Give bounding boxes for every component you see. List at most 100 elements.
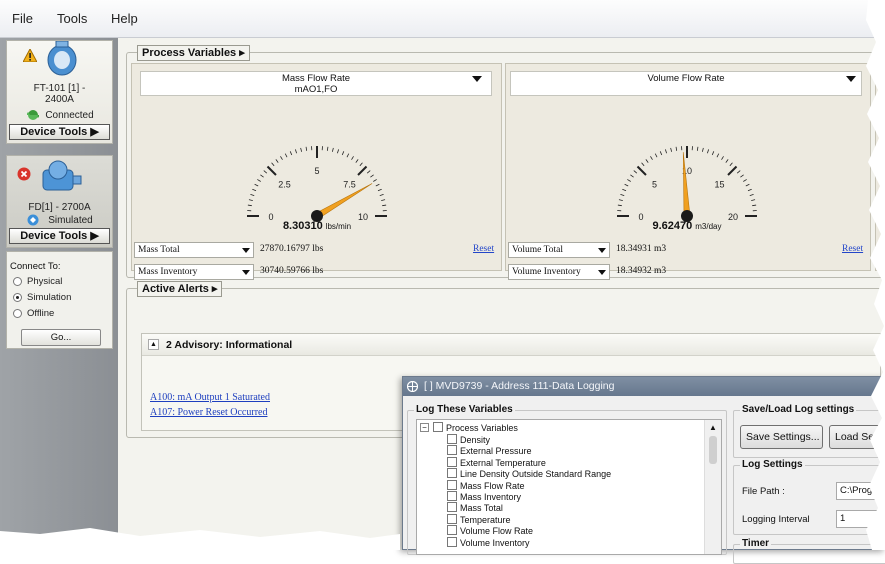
mass-flow-select[interactable]: Mass Flow Rate mAO1,FO [140,71,492,96]
variables-tree: − Process Variables DensityExternal Pres… [416,419,722,555]
gauge-tick [347,154,349,158]
gauge-tick [620,194,624,195]
gauge-tick [751,200,755,201]
device-tools-button[interactable]: Device Tools ▶ [9,124,110,140]
menu-file[interactable]: File [12,11,33,26]
gauge-tick [697,147,698,151]
variable-checkbox[interactable] [447,457,457,467]
timer-fieldset: Timer [733,544,885,564]
dialog-titlebar[interactable]: [ ] MVD9739 - Address 111-Data Logging [403,377,884,396]
mass-inventory-select[interactable]: Mass Inventory [134,264,254,280]
volume-total-value: 18.34931 m3 [616,244,666,254]
radio-offline[interactable] [13,309,22,318]
dropdown-caret-icon[interactable] [846,76,856,82]
gauge-tick [625,184,629,186]
variable-checkbox[interactable] [447,480,457,490]
variable-label: Temperature [460,515,511,526]
variable-checkbox[interactable] [447,445,457,455]
scroll-thumb[interactable] [709,436,717,464]
variable-checkbox[interactable] [447,468,457,478]
device-card-fd1[interactable]: FD[1] - 2700A Simulated Device Tools ▶ [6,155,113,248]
variable-label: Volume Inventory [460,538,530,549]
file-path-input[interactable]: C:\Prograr [836,482,885,500]
variable-checkbox[interactable] [447,514,457,524]
collapse-icon[interactable]: ▲ [148,339,159,350]
alert-link[interactable]: A100: mA Output 1 Saturated [150,392,270,403]
gauge-tick [306,147,307,151]
tree-root-label: Process Variables [446,423,518,434]
flowmeter-device-icon [45,41,79,77]
file-path-label: File Path : [742,486,785,497]
variable-label: External Pressure [460,446,532,457]
mass-reset-link[interactable]: Reset [473,244,494,254]
volume-reset-link[interactable]: Reset [842,244,863,254]
load-settings-button[interactable]: Load Setti [829,425,885,449]
menu-tools[interactable]: Tools [57,11,87,26]
radio-physical[interactable] [13,277,22,286]
gauge-tick [630,175,633,177]
logging-interval-label: Logging Interval [742,514,810,525]
gauge-tick [255,184,259,186]
gauge-tick [622,189,626,191]
variable-checkbox[interactable] [447,537,457,547]
gauge-tick [376,184,380,186]
gauge-tick [370,175,373,177]
go-button[interactable]: Go... [21,329,101,346]
variable-checkbox[interactable] [447,434,457,444]
alert-link[interactable]: A107: Power Reset Occurred [150,407,267,418]
process-variables-title[interactable]: Process Variables ▸ [137,45,250,61]
volume-flow-panel: Volume Flow Rate 05101520 9.62470m3/day … [505,63,871,271]
process-variables-checkbox[interactable] [433,422,443,432]
gauge-tick [728,167,736,175]
volume-total-select[interactable]: Volume Total [508,242,610,258]
variable-label: Line Density Outside Standard Range [460,469,611,480]
radio-simulation-label: Simulation [27,292,71,303]
alerts-header[interactable]: ▲ 2 Advisory: Informational [142,334,880,356]
variable-label: Mass Inventory [460,492,521,503]
gauge-tick [272,163,275,166]
gauge-tick [268,167,276,175]
gauge-tick [627,179,630,181]
saveload-fieldset: Save/Load Log settings Save Settings... … [733,410,885,458]
gauge-tick [660,151,662,155]
variable-checkbox[interactable] [447,491,457,501]
gauge-tick [381,200,385,201]
volume-flow-select[interactable]: Volume Flow Rate [510,71,862,96]
tree-collapse-icon[interactable]: − [420,423,429,432]
variable-label: Mass Flow Rate [460,481,525,492]
active-alerts-title[interactable]: Active Alerts ▸ [137,281,222,297]
volume-inventory-value: 18.34932 m3 [616,266,666,276]
gauge-tick [358,167,366,175]
variable-label: Density [460,435,490,446]
gauge-tick [650,156,652,159]
gauge-tick [676,147,677,151]
tree-scrollbar[interactable]: ▲ [704,420,721,554]
logging-interval-input[interactable]: 1 [836,510,885,528]
log-variables-fieldset: Log These Variables − Process Variables … [407,410,727,555]
dropdown-caret-icon[interactable] [472,76,482,82]
device-name: FD[1] - 2700A [7,202,112,213]
device-card-ft101[interactable]: FT-101 [1] - 2400A Connected Device Tool… [6,40,113,144]
variable-checkbox[interactable] [447,525,457,535]
mass-flow-panel: Mass Flow Rate mAO1,FO 02.557.510 8.3031… [131,63,502,271]
gauge-tick [748,189,752,191]
mass-total-select[interactable]: Mass Total [134,242,254,258]
log-settings-fieldset: Log Settings File Path : C:\Prograr Logg… [733,465,885,535]
scroll-up-icon[interactable]: ▲ [709,423,717,432]
volume-flow-gauge: 05101520 [592,98,782,224]
gauge-tick [752,205,756,206]
variable-checkbox[interactable] [447,502,457,512]
dialog-title: [ ] MVD9739 - Address 111-Data Logging [424,377,614,395]
volume-inventory-select[interactable]: Volume Inventory [508,264,610,280]
radio-simulation[interactable] [13,293,22,302]
menu-help[interactable]: Help [111,11,138,26]
device-tools-button[interactable]: Device Tools ▶ [9,228,110,244]
next-gauge-panel [875,63,885,271]
device-status: Simulated [7,215,112,226]
gauge-tick [743,179,746,181]
save-settings-button[interactable]: Save Settings... [740,425,823,449]
transmitter-device-icon [37,158,83,196]
gauge-tick-label: 2.5 [278,179,291,189]
log-settings-legend: Log Settings [740,459,805,470]
variable-label: Volume Flow Rate [460,526,533,537]
